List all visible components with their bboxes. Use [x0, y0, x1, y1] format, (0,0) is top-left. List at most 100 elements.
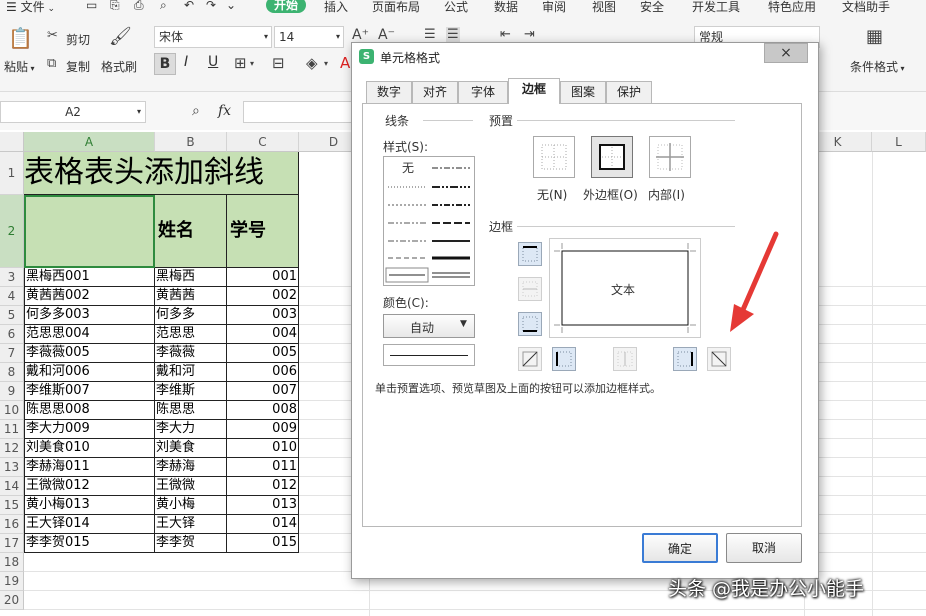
tab-border[interactable]: 边框: [508, 78, 560, 104]
table-cell[interactable]: 黑梅西: [155, 268, 227, 287]
border-diagonal-up-button[interactable]: [518, 347, 542, 371]
align-top-icon[interactable]: ☰: [424, 28, 436, 41]
column-header-a[interactable]: A: [24, 132, 155, 152]
table-cell[interactable]: 范思思004: [24, 325, 155, 344]
border-left-button[interactable]: [552, 347, 576, 371]
line-style-list[interactable]: 无: [383, 156, 475, 286]
menu-doc-assistant[interactable]: 文档助手: [842, 0, 890, 15]
conditional-format-button[interactable]: 条件格式 ▾: [850, 58, 905, 75]
preset-inside-button[interactable]: [649, 136, 691, 178]
row-header[interactable]: 14: [0, 477, 24, 496]
table-cell[interactable]: 王微微: [155, 477, 227, 496]
name-box[interactable]: A2 ▾: [0, 101, 146, 123]
tab-protection[interactable]: 保护: [606, 81, 652, 103]
row-header[interactable]: 17: [0, 534, 24, 553]
border-right-button[interactable]: [673, 347, 697, 371]
table-cell[interactable]: 李维斯: [155, 382, 227, 401]
tab-pattern[interactable]: 图案: [560, 81, 606, 103]
row-header[interactable]: 8: [0, 363, 24, 382]
menu-file[interactable]: ☰ 文件 ⌄: [6, 0, 55, 15]
selected-cell-a2[interactable]: [24, 195, 155, 268]
table-cell[interactable]: 003: [227, 306, 299, 325]
border-diagonal-down-button[interactable]: [707, 347, 731, 371]
border-preview[interactable]: 文本: [549, 238, 701, 338]
preset-outline-button[interactable]: [591, 136, 633, 178]
function-button[interactable]: fx: [218, 103, 231, 119]
menu-insert[interactable]: 插入: [324, 0, 348, 15]
table-cell[interactable]: 刘美食: [155, 439, 227, 458]
table-cell[interactable]: 戴和河006: [24, 363, 155, 382]
preview-icon[interactable]: ⌕: [160, 0, 167, 13]
print-icon[interactable]: ⎙: [134, 0, 144, 13]
menu-data[interactable]: 数据: [494, 0, 518, 15]
table-cell[interactable]: 014: [227, 515, 299, 534]
row-header[interactable]: 4: [0, 287, 24, 306]
row-header[interactable]: 10: [0, 401, 24, 420]
menu-page-layout[interactable]: 页面布局: [372, 0, 420, 15]
table-cell[interactable]: 010: [227, 439, 299, 458]
merge-icon[interactable]: ⊟: [272, 56, 285, 71]
italic-button[interactable]: I: [184, 54, 188, 70]
table-cell[interactable]: 006: [227, 363, 299, 382]
font-size-select[interactable]: 14 ▾: [274, 26, 344, 48]
table-cell[interactable]: 李李贺015: [24, 534, 155, 553]
table-cell[interactable]: 002: [227, 287, 299, 306]
menu-review[interactable]: 审阅: [542, 0, 566, 15]
column-header-b[interactable]: B: [155, 132, 227, 152]
table-cell[interactable]: 李赫海011: [24, 458, 155, 477]
border-inside-vertical-button[interactable]: [613, 347, 637, 371]
paste-button[interactable]: 粘贴 ▾: [4, 58, 35, 75]
table-cell[interactable]: 007: [227, 382, 299, 401]
row-header[interactable]: 2: [0, 195, 24, 268]
borders-icon[interactable]: ⊞: [234, 56, 247, 71]
zoom-icon[interactable]: ⌕: [192, 104, 200, 118]
row-header[interactable]: 18: [0, 553, 24, 572]
table-cell[interactable]: 王微微012: [24, 477, 155, 496]
menu-security[interactable]: 安全: [640, 0, 664, 15]
menu-view[interactable]: 视图: [592, 0, 616, 15]
redo-icon[interactable]: ↷: [206, 0, 216, 12]
column-header-l[interactable]: L: [872, 132, 926, 152]
export-icon[interactable]: ⎘: [110, 0, 120, 13]
table-cell[interactable]: 陈思思008: [24, 401, 155, 420]
border-top-button[interactable]: [518, 242, 542, 266]
row-header[interactable]: 3: [0, 268, 24, 287]
header-cell-name[interactable]: 姓名: [155, 195, 227, 268]
table-cell[interactable]: 黄小梅013: [24, 496, 155, 515]
table-cell[interactable]: 李薇薇005: [24, 344, 155, 363]
row-header[interactable]: 6: [0, 325, 24, 344]
color-select[interactable]: 自动 ▼: [383, 314, 475, 338]
underline-button[interactable]: U: [208, 54, 218, 70]
table-cell[interactable]: 李维斯007: [24, 382, 155, 401]
font-name-select[interactable]: 宋体 ▾: [154, 26, 272, 48]
paste-icon[interactable]: 📋: [8, 28, 33, 48]
table-cell[interactable]: 015: [227, 534, 299, 553]
row-header[interactable]: 20: [0, 591, 24, 610]
fill-color-icon[interactable]: ◈: [306, 56, 318, 71]
line-style-samples[interactable]: [384, 157, 474, 285]
table-cell[interactable]: 王大铎: [155, 515, 227, 534]
border-inside-horizontal-button[interactable]: [518, 277, 542, 301]
chevron-down-icon[interactable]: ▾: [324, 60, 328, 68]
formula-input[interactable]: [243, 101, 353, 123]
table-cell[interactable]: 黄茜茜: [155, 287, 227, 306]
menu-formulas[interactable]: 公式: [444, 0, 468, 15]
more-icon[interactable]: ⌄: [226, 0, 236, 12]
header-cell-id[interactable]: 学号: [227, 195, 299, 268]
tab-alignment[interactable]: 对齐: [412, 81, 458, 103]
table-cell[interactable]: 黄茜茜002: [24, 287, 155, 306]
table-cell[interactable]: 何多多003: [24, 306, 155, 325]
sheet-title-cell[interactable]: 表格表头添加斜线: [24, 152, 299, 195]
menu-developer[interactable]: 开发工具: [692, 0, 740, 15]
border-bottom-button[interactable]: [518, 312, 542, 336]
row-header[interactable]: 5: [0, 306, 24, 325]
ok-button[interactable]: 确定: [642, 533, 718, 563]
row-header[interactable]: 9: [0, 382, 24, 401]
indent-icon[interactable]: ⇤: [500, 28, 511, 41]
cut-button[interactable]: 剪切: [66, 31, 90, 48]
preset-none-button[interactable]: [533, 136, 575, 178]
undo-icon[interactable]: ↶: [184, 0, 194, 12]
bold-button[interactable]: B: [154, 53, 176, 75]
tab-font[interactable]: 字体: [458, 81, 508, 103]
table-cell[interactable]: 008: [227, 401, 299, 420]
